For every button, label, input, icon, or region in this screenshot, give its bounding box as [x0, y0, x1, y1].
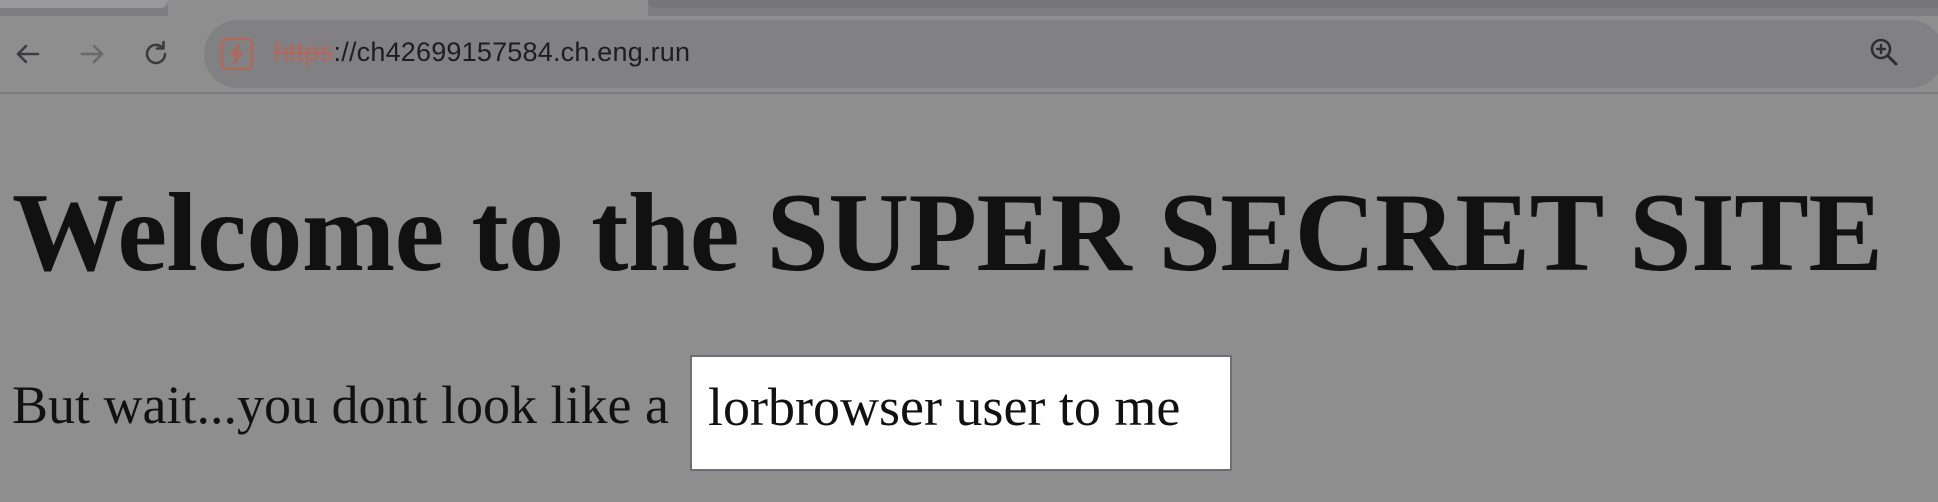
- forward-button[interactable]: [70, 32, 114, 76]
- zoom-button[interactable]: [1862, 30, 1906, 74]
- zoom-in-icon: [1870, 38, 1898, 66]
- url-scheme: https: [274, 37, 334, 67]
- inactive-tab[interactable]: [0, 0, 168, 8]
- popup-box: lorbrowser user to me: [690, 355, 1232, 471]
- address-bar[interactable]: https://ch42699157584.ch.eng.run: [204, 20, 1938, 88]
- url-text[interactable]: https://ch42699157584.ch.eng.run: [274, 37, 690, 68]
- tab-strip: [0, 0, 1938, 16]
- inactive-tab[interactable]: [648, 0, 1938, 8]
- active-tab[interactable]: [168, 0, 648, 16]
- arrow-left-icon: [16, 44, 40, 64]
- site-warning-icon: [220, 37, 254, 71]
- arrow-right-icon: [80, 44, 104, 64]
- url-host: ://ch42699157584.ch.eng.run: [333, 37, 691, 67]
- page-heading: Welcome to the SUPER SECRET SITE: [12, 171, 1883, 295]
- browser-toolbar: https://ch42699157584.ch.eng.run: [0, 16, 1938, 94]
- popup-text: lorbrowser user to me: [708, 377, 1181, 437]
- reload-icon: [145, 40, 167, 65]
- page-subline: But wait...you dont look like a: [12, 375, 669, 435]
- back-button[interactable]: [6, 32, 50, 76]
- reload-button[interactable]: [134, 32, 178, 76]
- site-info-button[interactable]: [218, 35, 256, 73]
